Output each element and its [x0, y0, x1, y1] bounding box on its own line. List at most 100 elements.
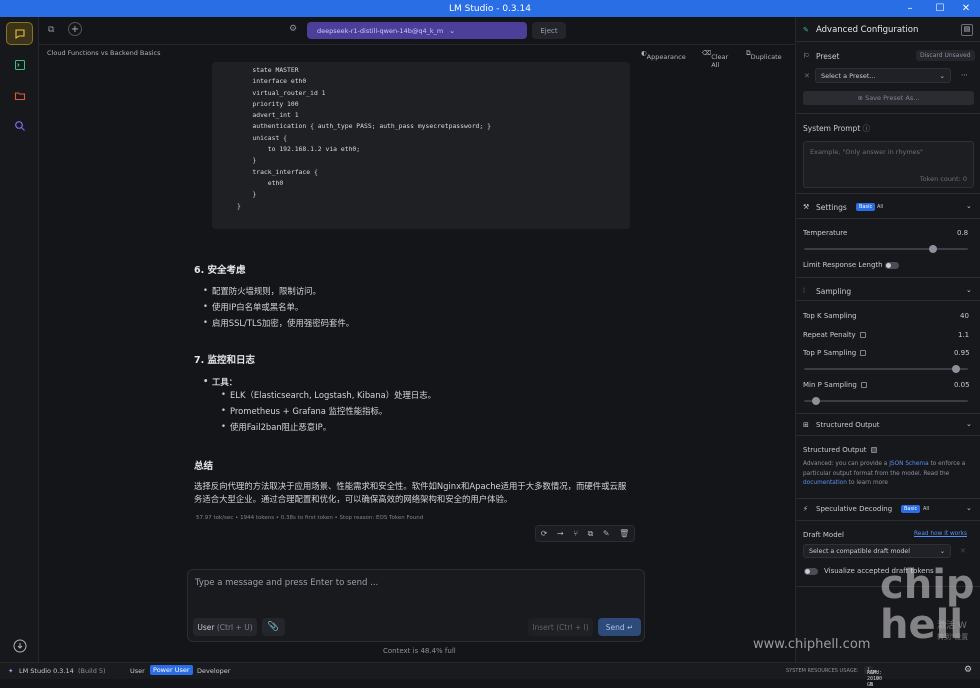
structured-output-text: Structured Output	[803, 446, 867, 454]
draft-model-select[interactable]: Select a compatible draft model ⌄	[803, 544, 951, 558]
send-button[interactable]: Send ↵	[598, 618, 641, 636]
continue-icon[interactable]: →	[557, 529, 564, 538]
repeat-penalty-value[interactable]: 1.1	[958, 331, 969, 339]
save-preset-button[interactable]: ⊕ Save Preset As...	[803, 91, 974, 105]
search-icon[interactable]	[6, 114, 33, 137]
repeat-penalty-label: Repeat Penalty	[803, 331, 866, 339]
slider-knob[interactable]	[928, 245, 937, 253]
list-item: 使用Fail2ban阻止恶意IP。	[221, 421, 331, 433]
generation-stats: 57.97 tok/sec • 1944 tokens • 0.38s to f…	[196, 515, 424, 521]
visualize-toggle[interactable]	[804, 568, 818, 575]
clear-all-button[interactable]: ⌫ Clear All	[702, 49, 728, 69]
clear-draft-icon[interactable]: ✕	[960, 547, 966, 555]
chat-icon[interactable]	[6, 22, 33, 45]
repeat-penalty-text: Repeat Penalty	[803, 331, 856, 339]
slider-knob[interactable]	[952, 365, 961, 373]
read-how-link[interactable]: Read how it works	[914, 531, 967, 537]
sampling-section-title[interactable]: Sampling	[816, 287, 851, 296]
code-line: advert_int 1	[237, 111, 299, 120]
terminal-icon[interactable]	[6, 53, 33, 76]
collapse-panel-icon[interactable]: ▤	[961, 24, 973, 36]
new-chat-icon[interactable]: +	[68, 22, 82, 36]
top-k-value[interactable]: 40	[960, 312, 969, 320]
folder-icon[interactable]	[6, 84, 33, 107]
insert-button[interactable]: Insert (Ctrl + I)	[528, 618, 593, 636]
structured-output-checkbox[interactable]	[870, 447, 877, 453]
settings-gear-icon[interactable]: ⚙	[964, 665, 972, 675]
role-selector[interactable]: User (Ctrl + U)	[193, 618, 257, 636]
system-prompt-title: System Prompt	[803, 124, 861, 133]
settings-section-title[interactable]: Settings	[816, 203, 847, 212]
mode-user[interactable]: User	[130, 667, 145, 675]
paperclip-icon[interactable]: 📎	[262, 618, 285, 636]
list-item: 配置防火墙规则，限制访问。	[203, 285, 321, 297]
summary-title: 总结	[194, 461, 214, 472]
divider	[796, 435, 980, 436]
top-p-checkbox[interactable]	[860, 350, 867, 356]
discard-unsaved-button[interactable]: Discard Unsaved	[916, 50, 975, 61]
chevron-down-icon[interactable]: ⌄	[966, 420, 972, 428]
slider-knob[interactable]	[811, 397, 820, 405]
preset-label: Preset	[816, 52, 840, 61]
divider	[796, 41, 980, 42]
mode-developer[interactable]: Developer	[197, 667, 230, 675]
duplicate-button[interactable]: ⧉ Duplicate	[746, 49, 782, 61]
save-preset-label: Save Preset As...	[865, 94, 920, 102]
maximize-icon[interactable]: ☐	[926, 0, 954, 17]
close-icon[interactable]: ✕	[952, 0, 980, 17]
appearance-button[interactable]: ◐ Appearance	[641, 49, 686, 61]
documentation-link[interactable]: documentation	[803, 480, 847, 486]
temperature-slider[interactable]	[804, 245, 968, 253]
message-input[interactable]: Type a message and press Enter to send .…	[195, 578, 378, 588]
system-prompt-input[interactable]: Example, "Only answer in rhymes" Token c…	[803, 141, 974, 188]
clear-preset-icon[interactable]: ✕	[804, 72, 810, 80]
system-prompt-placeholder: Example, "Only answer in rhymes"	[810, 148, 924, 156]
token-count: Token count: 0	[919, 175, 967, 183]
chevron-down-icon[interactable]: ⌄	[966, 286, 972, 294]
list-item: ELK（Elasticsearch, Logstash, Kibana）处理日志…	[221, 389, 436, 401]
model-selector[interactable]: deepseek-r1-distill-qwen-14b@q4_k_m ⌄	[307, 22, 527, 39]
top-p-value[interactable]: 0.95	[954, 349, 970, 357]
json-schema-link[interactable]: JSON Schema	[889, 461, 928, 467]
all-badge[interactable]: All	[923, 506, 929, 512]
send-icon: ↵	[626, 622, 634, 632]
wand-icon: ✎	[803, 26, 809, 34]
more-icon[interactable]: ⋯	[961, 71, 968, 79]
sampling-icon: ⫶	[803, 287, 805, 295]
structured-output-section-title[interactable]: Structured Output	[816, 421, 880, 429]
top-p-slider[interactable]	[804, 365, 968, 373]
spec-decoding-section-title[interactable]: Speculative Decoding	[816, 505, 892, 513]
desc-part: to learn more	[846, 480, 888, 486]
basic-badge[interactable]: Basic	[856, 203, 876, 211]
edit-icon[interactable]: ✎	[603, 529, 610, 538]
chevron-down-icon[interactable]: ⌄	[966, 504, 972, 512]
new-folder-icon[interactable]: ⧉	[48, 25, 54, 35]
copy-icon[interactable]: ⧉	[588, 529, 594, 539]
app-version: LM Studio 0.3.14	[19, 667, 74, 675]
min-p-checkbox[interactable]	[860, 382, 867, 388]
limit-length-toggle[interactable]	[885, 262, 899, 269]
min-p-slider[interactable]	[804, 397, 968, 405]
minimize-icon[interactable]: –	[896, 0, 924, 17]
delete-icon[interactable]: 🗑	[619, 529, 629, 538]
temperature-value[interactable]: 0.8	[957, 229, 968, 237]
chevron-down-icon[interactable]: ⌄	[966, 202, 972, 210]
basic-badge[interactable]: Basic	[901, 505, 921, 513]
repeat-penalty-checkbox[interactable]	[859, 332, 866, 338]
download-icon[interactable]	[6, 634, 33, 657]
desc-part: Advanced: you can provide a	[803, 461, 890, 467]
help-icon[interactable]: ⓘ	[863, 124, 871, 133]
all-badge[interactable]: All	[877, 204, 883, 210]
gear-icon[interactable]: ⚙	[289, 24, 297, 34]
structured-output-label: Structured Output	[803, 446, 877, 454]
eject-button[interactable]: Eject	[532, 22, 566, 39]
preset-select[interactable]: Select a Preset... ⌄	[815, 68, 951, 83]
min-p-value[interactable]: 0.05	[954, 381, 970, 389]
code-line: eth0	[237, 178, 284, 187]
chevron-down-icon: ⌄	[939, 72, 945, 80]
section-7-title: 7. 监控和日志	[194, 355, 256, 366]
branch-icon[interactable]: ⑂	[573, 529, 578, 538]
top-p-text: Top P Sampling	[803, 349, 857, 357]
regenerate-icon[interactable]: ⟳	[541, 529, 548, 538]
mode-power-user[interactable]: Power User	[150, 665, 193, 675]
